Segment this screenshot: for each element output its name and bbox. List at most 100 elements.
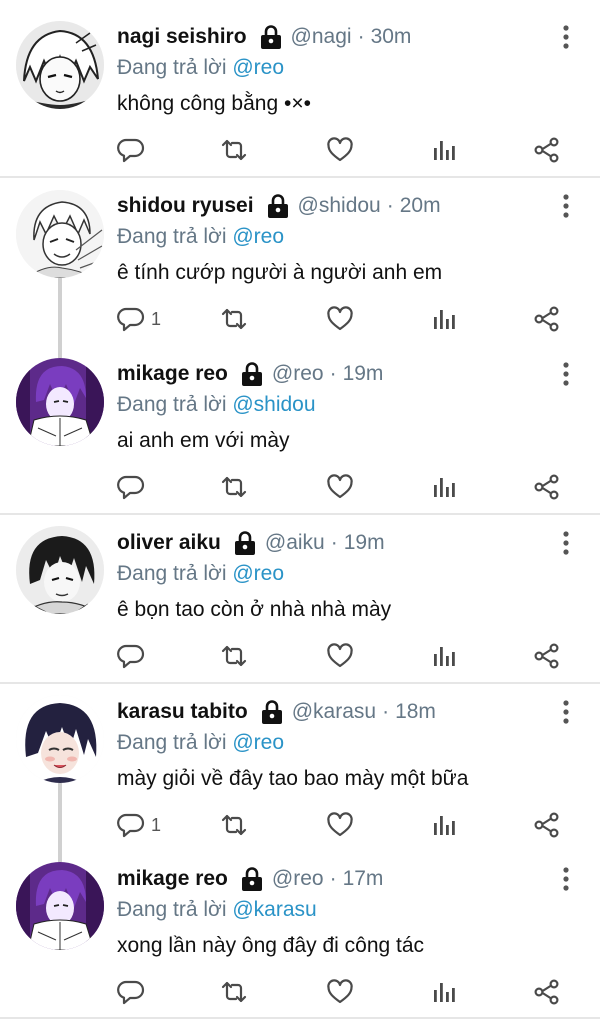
display-name[interactable]: mikage reo [117, 867, 228, 891]
reply-icon [117, 473, 145, 501]
timestamp[interactable]: 19m [344, 531, 385, 555]
timestamp[interactable]: 20m [400, 194, 441, 218]
retweet-button[interactable] [220, 807, 248, 843]
replying-to-mention[interactable]: @reo [232, 56, 284, 79]
replying-to-label: Đang trả lời [117, 731, 227, 754]
timestamp[interactable]: 17m [343, 867, 384, 891]
stats-icon [430, 473, 458, 501]
like-button[interactable] [326, 301, 354, 337]
replying-to-mention[interactable]: @reo [232, 562, 284, 585]
timestamp[interactable]: 30m [371, 25, 412, 49]
more-options-icon[interactable] [556, 529, 576, 559]
tweet-header: shidou ryusei @shidou · 20m [117, 191, 441, 221]
meta-separator: · [330, 531, 338, 554]
like-button[interactable] [326, 638, 354, 674]
share-icon [533, 811, 561, 839]
replying-to: Đang trả lời @reo [117, 56, 284, 80]
avatar-purple-hair-character[interactable] [16, 358, 104, 446]
lock-icon [233, 530, 257, 556]
reply-button[interactable] [117, 132, 151, 168]
retweet-button[interactable] [220, 469, 248, 505]
more-options-icon[interactable] [556, 192, 576, 222]
replying-to: Đang trả lời @reo [117, 731, 284, 755]
stats-button[interactable] [430, 301, 458, 337]
meta-separator: · [382, 700, 390, 723]
share-icon [533, 642, 561, 670]
meta-separator: · [329, 362, 337, 385]
timestamp[interactable]: 18m [395, 700, 436, 724]
share-button[interactable] [533, 807, 561, 843]
heart-icon [326, 642, 354, 670]
reply-count: 1 [151, 308, 162, 329]
stats-button[interactable] [430, 974, 458, 1010]
share-button[interactable] [533, 974, 561, 1010]
avatar-sketch-character[interactable] [16, 190, 104, 278]
tweet-text: mày giỏi về đây tao bao mày một bữa [117, 767, 469, 790]
display-name[interactable]: oliver aiku [117, 531, 221, 555]
stats-button[interactable] [430, 638, 458, 674]
share-button[interactable] [533, 469, 561, 505]
stats-icon [430, 642, 458, 670]
reply-button[interactable]: 1 [117, 807, 161, 843]
meta-separator: · [357, 25, 365, 48]
display-name[interactable]: shidou ryusei [117, 194, 254, 218]
retweet-button[interactable] [220, 974, 248, 1010]
handle[interactable]: @shidou [298, 194, 381, 218]
reply-button[interactable] [117, 974, 151, 1010]
stats-button[interactable] [430, 132, 458, 168]
reply-count: 1 [151, 814, 162, 835]
avatar-purple-hair-character[interactable] [16, 862, 104, 950]
replying-to-label: Đang trả lời [117, 225, 227, 248]
replying-to-label: Đang trả lời [117, 56, 227, 79]
more-options-icon[interactable] [556, 698, 576, 728]
handle[interactable]: @aiku [265, 531, 325, 555]
more-options-icon[interactable] [556, 865, 576, 895]
like-button[interactable] [326, 469, 354, 505]
share-button[interactable] [533, 638, 561, 674]
avatar-dark-hair-character[interactable] [16, 526, 104, 614]
like-button[interactable] [326, 807, 354, 843]
more-options-icon[interactable] [556, 360, 576, 390]
handle[interactable]: @nagi [291, 25, 352, 49]
reply-feed: nagi seishiro @nagi · 30m Đang trả lời @… [0, 0, 600, 1020]
like-button[interactable] [326, 974, 354, 1010]
share-icon [533, 978, 561, 1006]
lock-icon [240, 866, 264, 892]
tweet-divider [0, 682, 600, 684]
replying-to-mention[interactable]: @reo [232, 731, 284, 754]
stats-button[interactable] [430, 807, 458, 843]
tweet-divider [0, 513, 600, 515]
avatar-navy-hair-character[interactable] [16, 695, 104, 783]
share-button[interactable] [533, 301, 561, 337]
display-name[interactable]: nagi seishiro [117, 25, 247, 49]
reply-button[interactable] [117, 638, 151, 674]
handle[interactable]: @karasu [292, 700, 376, 724]
tweet-text: không công bằng •×• [117, 92, 311, 115]
retweet-button[interactable] [220, 132, 248, 168]
replying-to-label: Đang trả lời [117, 562, 227, 585]
handle[interactable]: @reo [272, 362, 324, 386]
share-button[interactable] [533, 132, 561, 168]
stats-icon [430, 811, 458, 839]
replying-to-mention[interactable]: @reo [232, 225, 284, 248]
display-name[interactable]: mikage reo [117, 362, 228, 386]
like-button[interactable] [326, 132, 354, 168]
replying-to-mention[interactable]: @karasu [232, 898, 316, 921]
timestamp[interactable]: 19m [343, 362, 384, 386]
tweet-header: mikage reo @reo · 17m [117, 864, 383, 894]
stats-icon [430, 136, 458, 164]
replying-to-mention[interactable]: @shidou [232, 393, 315, 416]
reply-icon [117, 978, 145, 1006]
retweet-button[interactable] [220, 301, 248, 337]
retweet-button[interactable] [220, 638, 248, 674]
retweet-icon [220, 305, 248, 333]
stats-button[interactable] [430, 469, 458, 505]
display-name[interactable]: karasu tabito [117, 700, 248, 724]
reply-button[interactable]: 1 [117, 301, 161, 337]
retweet-icon [220, 642, 248, 670]
lock-icon [266, 193, 290, 219]
handle[interactable]: @reo [272, 867, 324, 891]
avatar-white-hair-character[interactable] [16, 21, 104, 109]
more-options-icon[interactable] [556, 23, 576, 53]
reply-button[interactable] [117, 469, 151, 505]
